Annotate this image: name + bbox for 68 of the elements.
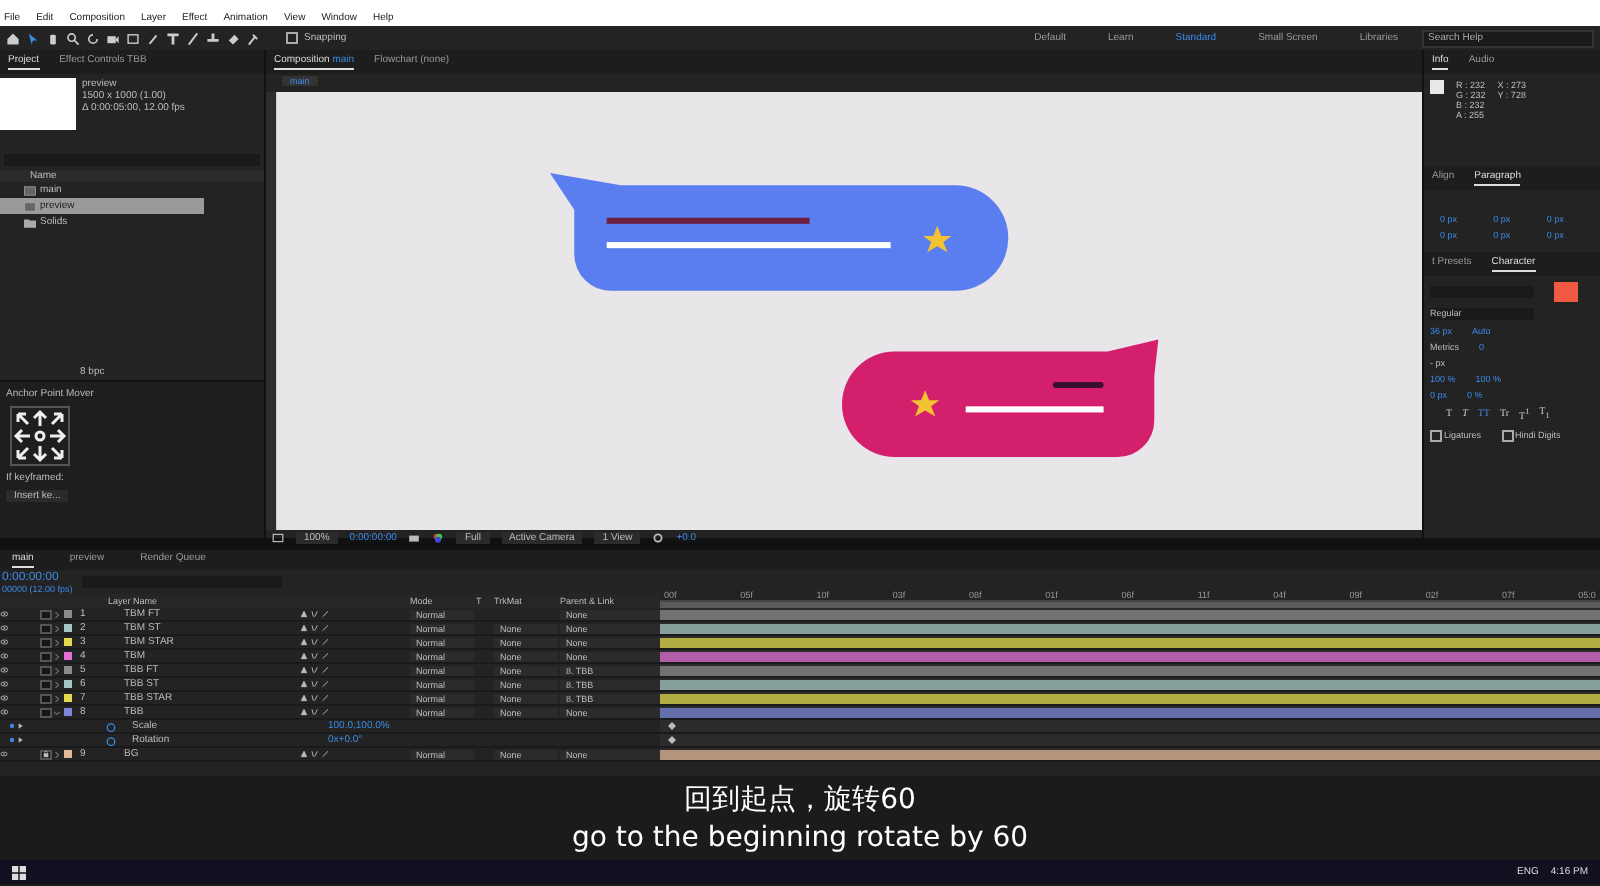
- lock-switch[interactable]: [40, 637, 52, 647]
- label-color-swatch[interactable]: [64, 638, 72, 646]
- lock-switch[interactable]: [40, 749, 52, 759]
- lock-switch[interactable]: [40, 693, 52, 703]
- label-color-swatch[interactable]: [64, 610, 72, 618]
- label-color-swatch[interactable]: [64, 624, 72, 632]
- layer-duration-bar[interactable]: [660, 651, 1600, 661]
- lock-switch[interactable]: [40, 679, 52, 689]
- type-icon[interactable]: [166, 31, 180, 45]
- home-icon[interactable]: [6, 31, 20, 45]
- expand-caret-icon[interactable]: [54, 639, 60, 645]
- subtitle-line: go to the beginning rotate by 60: [571, 822, 1029, 854]
- expand-caret-icon[interactable]: [54, 611, 60, 617]
- label-color-swatch[interactable]: [64, 666, 72, 674]
- eraser-icon[interactable]: [226, 31, 240, 45]
- view-options-icon[interactable]: [272, 532, 284, 545]
- camera-icon[interactable]: [106, 31, 120, 45]
- gear-icon[interactable]: [652, 532, 665, 545]
- expand-caret-icon[interactable]: [54, 667, 60, 673]
- rectangle-icon[interactable]: [126, 31, 140, 45]
- snapshot-camera-icon[interactable]: [408, 532, 421, 545]
- expand-caret-icon[interactable]: [54, 751, 60, 757]
- stamp-icon[interactable]: [206, 31, 220, 45]
- visibility-eye-icon[interactable]: [0, 624, 9, 632]
- lock-switch[interactable]: [40, 665, 52, 675]
- visibility-eye-icon[interactable]: [0, 652, 9, 660]
- layer-duration-bar[interactable]: [660, 637, 1600, 647]
- lock-switch[interactable]: [40, 609, 52, 619]
- label-color-swatch[interactable]: [64, 708, 72, 716]
- fill-color-swatch[interactable]: [1554, 282, 1578, 302]
- visibility-eye-icon[interactable]: [0, 708, 9, 716]
- rotate-icon[interactable]: [86, 31, 100, 45]
- color-channels-icon[interactable]: [432, 532, 445, 545]
- layer-duration-bar[interactable]: [660, 693, 1600, 703]
- pointer-icon[interactable]: [26, 31, 40, 45]
- layer-duration-bar[interactable]: [660, 665, 1600, 675]
- lock-switch[interactable]: [40, 623, 52, 633]
- label-color-swatch[interactable]: [64, 680, 72, 688]
- keyframe-navigator-icon[interactable]: [8, 722, 24, 730]
- label-color-swatch[interactable]: [64, 652, 72, 660]
- layer-duration-bar[interactable]: [660, 749, 1600, 759]
- visibility-eye-icon[interactable]: [0, 666, 9, 674]
- expand-caret-icon[interactable]: [54, 625, 60, 631]
- visibility-eye-icon[interactable]: [0, 750, 8, 758]
- lock-switch[interactable]: [40, 651, 52, 661]
- visibility-eye-icon[interactable]: [0, 610, 9, 618]
- color-swatch: [1430, 80, 1444, 94]
- visibility-eye-icon[interactable]: [0, 638, 9, 646]
- layer-duration-bar[interactable]: [660, 609, 1600, 619]
- pen-icon[interactable]: [146, 31, 160, 45]
- keyframe-navigator-icon[interactable]: [8, 736, 24, 744]
- lock-switch[interactable]: [40, 707, 52, 717]
- visibility-eye-icon[interactable]: [0, 694, 9, 702]
- visibility-eye-icon[interactable]: [0, 680, 9, 688]
- layer-duration-bar[interactable]: [660, 623, 1600, 633]
- expand-caret-icon[interactable]: [54, 653, 60, 659]
- expand-caret-icon[interactable]: [54, 681, 60, 687]
- label-color-swatch[interactable]: [64, 750, 72, 758]
- brush-icon[interactable]: [186, 31, 200, 45]
- comp-thumbnail: [0, 78, 76, 130]
- anchor-arrows-drawing[interactable]: [10, 406, 70, 466]
- expand-caret-icon[interactable]: [54, 709, 60, 715]
- search-icon[interactable]: [66, 31, 80, 45]
- start-icon[interactable]: [12, 865, 26, 879]
- subtitle-line: 回到起点，旋转60: [684, 782, 916, 818]
- layer-duration-bar[interactable]: [660, 679, 1600, 689]
- expand-caret-icon[interactable]: [54, 695, 60, 701]
- label-color-swatch[interactable]: [64, 694, 72, 702]
